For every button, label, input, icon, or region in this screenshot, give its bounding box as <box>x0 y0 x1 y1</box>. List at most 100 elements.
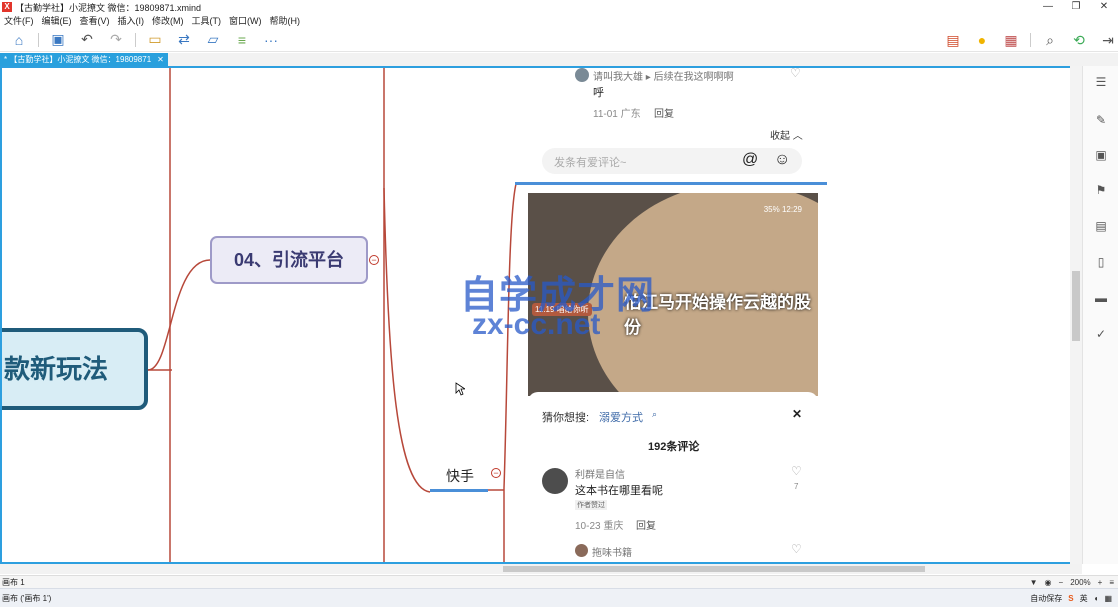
menu-tools[interactable]: 工具(T) <box>192 14 222 27</box>
collapse-toggle[interactable]: − <box>491 468 501 478</box>
document-icon[interactable]: ▯ <box>1094 255 1108 269</box>
horizontal-scroll-thumb[interactable] <box>503 566 925 572</box>
at-icon[interactable]: @ <box>742 151 758 169</box>
presentation-icon[interactable]: ▤ <box>943 31 963 49</box>
more-icon[interactable]: ··· <box>261 31 281 49</box>
phone-status: 35% 12:29 <box>763 205 802 214</box>
tab-label: * 【古勤学社】小泥撩文 微信：19809871 <box>4 55 152 64</box>
maximize-button[interactable]: ❐ <box>1062 0 1090 14</box>
format-icon[interactable]: ✎ <box>1094 113 1108 127</box>
toolbar-divider <box>135 32 136 47</box>
close-button[interactable]: ✕ <box>1090 0 1118 14</box>
avatar <box>575 544 588 557</box>
task-icon[interactable]: ✓ <box>1094 327 1108 341</box>
boundary-icon[interactable]: ▱ <box>203 31 223 49</box>
menu-file[interactable]: 文件(F) <box>4 14 34 27</box>
save-icon[interactable]: ▣ <box>48 31 68 49</box>
relationship-icon[interactable]: ⇄ <box>174 31 194 49</box>
menu-edit[interactable]: 编辑(E) <box>42 14 72 27</box>
horizontal-scrollbar[interactable] <box>0 564 1082 574</box>
window-controls: — ❐ ✕ <box>1034 0 1118 14</box>
mouse-cursor-icon <box>455 382 465 396</box>
title-bar: X 【古勤学社】小泥撩文 微信：19809871.xmind — ❐ ✕ <box>0 0 1118 14</box>
avatar <box>575 68 589 82</box>
sogou-ime-icon[interactable]: S <box>1068 594 1073 603</box>
minimize-button[interactable]: — <box>1034 0 1062 14</box>
summary-icon[interactable]: ≡ <box>232 31 252 49</box>
like-count: 7 <box>794 482 799 491</box>
topic-icon[interactable]: ▭ <box>145 31 165 49</box>
toolbar-divider <box>1030 33 1031 47</box>
comment-meta: 10-23 重庆 <box>575 521 624 532</box>
search-icon: ⌕ <box>652 409 658 419</box>
reply-link[interactable]: 回复 <box>654 105 674 120</box>
right-side-panel: ☰ ✎ ▣ ⚑ ▤ ▯ ▬ ✓ <box>1082 66 1118 564</box>
vertical-scrollbar[interactable] <box>1070 66 1082 564</box>
sheet-status: 画布 ('画布 1') <box>2 593 52 603</box>
collapse-toggle[interactable]: − <box>369 255 379 265</box>
comment-count: 192条评论 <box>648 441 700 453</box>
comments-icon[interactable]: ▬ <box>1094 291 1108 305</box>
zoom-in-button[interactable]: + <box>1098 578 1103 587</box>
image-icon[interactable]: ▣ <box>1094 148 1108 162</box>
system-tray: 自动保存 S 英 ◖ ▦ <box>1030 589 1112 608</box>
avatar <box>542 468 568 494</box>
mindmap-canvas[interactable]: 款新玩法 04、引流平台 − 快手 − 请叫我大雄 ▸ 后续在我这啊啊啊 ♡ 呼… <box>0 66 1082 564</box>
comment-author: 请叫我大雄 ▸ 后续在我这啊啊啊 <box>593 72 734 83</box>
heart-icon[interactable]: ♡ <box>791 464 802 478</box>
status-bar: 画布 1 ▼ ◉ − 200% + ≡ <box>0 575 1118 588</box>
section-divider <box>515 182 827 185</box>
vertical-scroll-thumb[interactable] <box>1072 271 1080 341</box>
reply-link[interactable]: 回复 <box>636 517 656 532</box>
xmind-logo-icon: X <box>2 2 12 12</box>
menu-help[interactable]: 帮助(H) <box>270 14 301 27</box>
filter-icon[interactable]: ▼ <box>1030 578 1038 587</box>
fit-icon[interactable]: ≡ <box>1109 578 1114 587</box>
keyboard-icon[interactable]: ▦ <box>1104 594 1112 603</box>
search-icon[interactable]: ⌕ <box>1040 31 1060 49</box>
microphone-icon[interactable]: ◖ <box>1094 594 1099 603</box>
redo-icon[interactable]: ↷ <box>106 31 126 49</box>
tab-close-icon[interactable]: ✕ <box>157 53 164 66</box>
autosave-status: 自动保存 <box>1030 594 1063 603</box>
toolbar: ⌂ ▣ ↶ ↷ ▭ ⇄ ▱ ≡ ··· ▤ ● ▦ ⌕ ⟲ ⇥ <box>0 28 1118 52</box>
layout-icon[interactable]: ▦ <box>1001 31 1021 49</box>
comment-input[interactable]: 发条有爱评论~ @ ☺ <box>542 148 802 174</box>
home-icon[interactable]: ⌂ <box>9 31 29 49</box>
heart-icon[interactable]: ♡ <box>791 542 802 556</box>
collapse-link[interactable]: 收起 ︿ <box>770 127 803 142</box>
window-title: 【古勤学社】小泥撩文 微信：19809871.xmind <box>15 2 202 13</box>
menu-view[interactable]: 查看(V) <box>80 14 110 27</box>
main-topic-node[interactable]: 款新玩法 <box>2 328 148 410</box>
close-icon[interactable]: ✕ <box>792 407 802 421</box>
zoom-out-button[interactable]: − <box>1059 578 1064 587</box>
menu-insert[interactable]: 插入(I) <box>118 14 145 27</box>
menu-modify[interactable]: 修改(M) <box>152 14 184 27</box>
tab-bar: * 【古勤学社】小泥撩文 微信：19809871 ✕ <box>0 53 1118 66</box>
menu-window[interactable]: 窗口(W) <box>229 14 262 27</box>
marker-flag-icon[interactable]: ⚑ <box>1094 183 1108 197</box>
menu-bar: 文件(F) 编辑(E) 查看(V) 插入(I) 修改(M) 工具(T) 窗口(W… <box>0 14 1118 26</box>
notes-icon[interactable]: ▤ <box>1094 219 1108 233</box>
export-icon[interactable]: ⇥ <box>1098 31 1118 49</box>
guess-label: 猜你想搜: <box>542 412 590 424</box>
share-icon[interactable]: ⟲ <box>1069 31 1089 49</box>
bottom-status-strip: 画布 ('画布 1') 自动保存 S 英 ◖ ▦ <box>0 588 1118 607</box>
comment-author: 利群是自信 <box>575 470 625 481</box>
comment-text: 呼 <box>593 87 604 99</box>
tab-document[interactable]: * 【古勤学社】小泥撩文 微信：19809871 ✕ <box>0 53 168 66</box>
sheet-tab[interactable]: 画布 1 <box>2 577 25 588</box>
undo-icon[interactable]: ↶ <box>77 31 97 49</box>
subtopic-node[interactable]: 04、引流平台 <box>210 236 368 284</box>
outline-icon[interactable]: ☰ <box>1094 75 1108 89</box>
heart-icon[interactable]: ♡ <box>790 68 801 80</box>
emoji-icon[interactable]: ☺ <box>774 151 790 169</box>
comment-text: 这本书在哪里看呢 <box>575 485 663 497</box>
author-liked-badge: 作者赞过 <box>575 500 607 510</box>
guess-link[interactable]: 溺爱方式 <box>599 409 643 425</box>
idea-icon[interactable]: ● <box>972 31 992 49</box>
eye-icon[interactable]: ◉ <box>1045 578 1052 587</box>
ime-language[interactable]: 英 <box>1080 593 1088 604</box>
comment-input-placeholder: 发条有爱评论~ <box>554 157 627 169</box>
leaf-topic-node[interactable]: 快手 <box>432 466 488 486</box>
